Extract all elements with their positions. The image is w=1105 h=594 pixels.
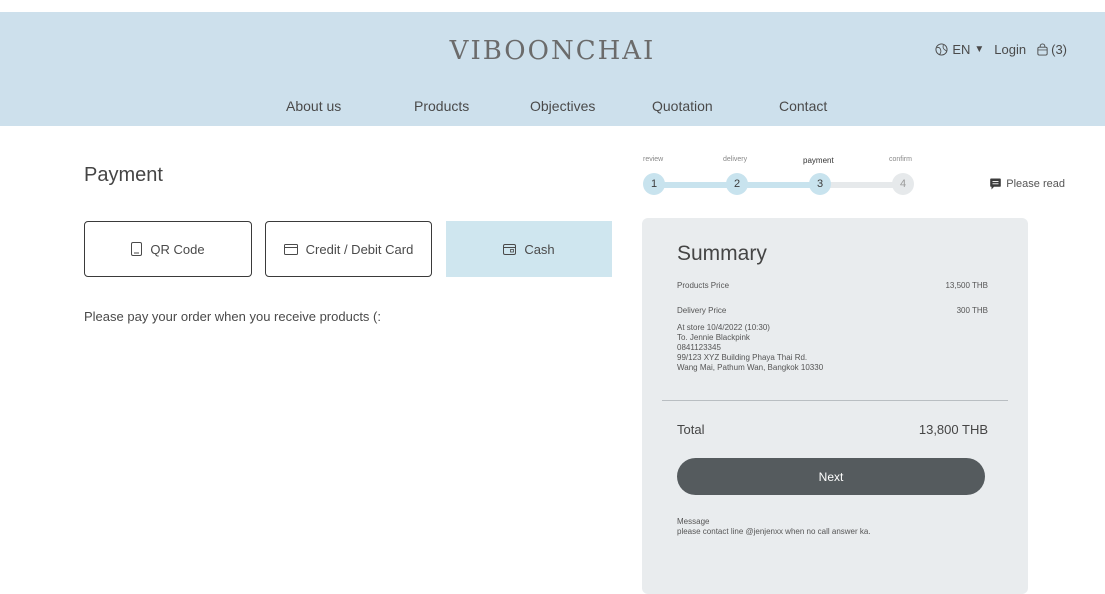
step-label-delivery: delivery — [723, 156, 748, 163]
shopping-bag-icon — [1037, 43, 1048, 56]
payment-credit-card[interactable]: Credit / Debit Card — [265, 221, 432, 277]
nav-objectives[interactable]: Objectives — [530, 98, 595, 114]
language-selector[interactable]: EN ▼ — [935, 42, 984, 57]
message-label: Message — [677, 517, 710, 526]
step-label-payment: payment — [803, 156, 834, 165]
payment-card-label: Credit / Debit Card — [305, 241, 414, 257]
login-link[interactable]: Login — [994, 42, 1026, 57]
header-actions: EN ▼ Login (3) — [935, 42, 1067, 57]
delivery-price-row: Delivery Price 300 THB — [677, 306, 988, 315]
please-read-label: Please read — [1006, 178, 1065, 190]
products-price-row: Products Price 13,500 THB — [677, 281, 988, 290]
step-3[interactable]: 3 — [809, 173, 831, 195]
delivery-price-label: Delivery Price — [677, 306, 727, 315]
caret-down-icon: ▼ — [974, 44, 985, 55]
cash-icon — [503, 244, 517, 255]
payment-qr-code[interactable]: QR Code — [84, 221, 252, 277]
order-message: Message please contact line @jenjenxx wh… — [677, 517, 871, 537]
nav-products[interactable]: Products — [414, 98, 469, 114]
page-title: Payment — [84, 164, 163, 186]
cart-button[interactable]: (3) — [1036, 42, 1067, 57]
payment-cash[interactable]: Cash — [446, 221, 612, 277]
summary-title: Summary — [677, 242, 767, 265]
next-button[interactable]: Next — [677, 458, 985, 495]
language-label: EN — [952, 42, 971, 57]
delivery-price-value: 300 THB — [956, 306, 988, 315]
total-value: 13,800 THB — [918, 422, 988, 437]
message-icon — [990, 178, 1002, 190]
qr-icon — [131, 242, 143, 256]
total-row: Total 13,800 THB — [677, 422, 988, 437]
message-text: please contact line @jenjenxx when no ca… — [677, 527, 871, 536]
products-price-value: 13,500 THB — [945, 281, 988, 290]
payment-note: Please pay your order when you receive p… — [84, 309, 381, 324]
nav-contact[interactable]: Contact — [779, 98, 827, 114]
step-label-review: review — [643, 156, 664, 163]
card-icon — [283, 243, 298, 255]
delivery-details: At store 10/4/2022 (10:30) To. Jennie Bl… — [677, 323, 823, 373]
delivery-phone: 0841123345 — [677, 343, 721, 352]
delivery-address-line2: Wang Mai, Pathum Wan, Bangkok 10330 — [677, 363, 824, 372]
nav-about-us[interactable]: About us — [286, 98, 341, 114]
delivery-recipient: To. Jennie Blackpink — [677, 333, 750, 342]
nav-quotation[interactable]: Quotation — [652, 98, 713, 114]
globe-icon — [935, 43, 948, 56]
products-price-label: Products Price — [677, 281, 730, 290]
step-1[interactable]: 1 — [643, 173, 665, 195]
cart-count: (3) — [1051, 42, 1067, 57]
step-2[interactable]: 2 — [726, 173, 748, 195]
payment-qr-label: QR Code — [150, 241, 205, 257]
delivery-datetime: At store 10/4/2022 (10:30) — [677, 323, 770, 332]
total-label: Total — [677, 422, 705, 437]
step-label-confirm: confirm — [889, 156, 912, 163]
payment-cash-label: Cash — [524, 241, 555, 257]
please-read-link[interactable]: Please read — [990, 178, 1065, 190]
delivery-address-line1: 99/123 XYZ Building Phaya Thai Rd. — [677, 353, 808, 362]
summary-divider — [662, 400, 1008, 401]
order-summary-card: Summary Products Price 13,500 THB Delive… — [642, 218, 1028, 594]
step-4[interactable]: 4 — [892, 173, 914, 195]
